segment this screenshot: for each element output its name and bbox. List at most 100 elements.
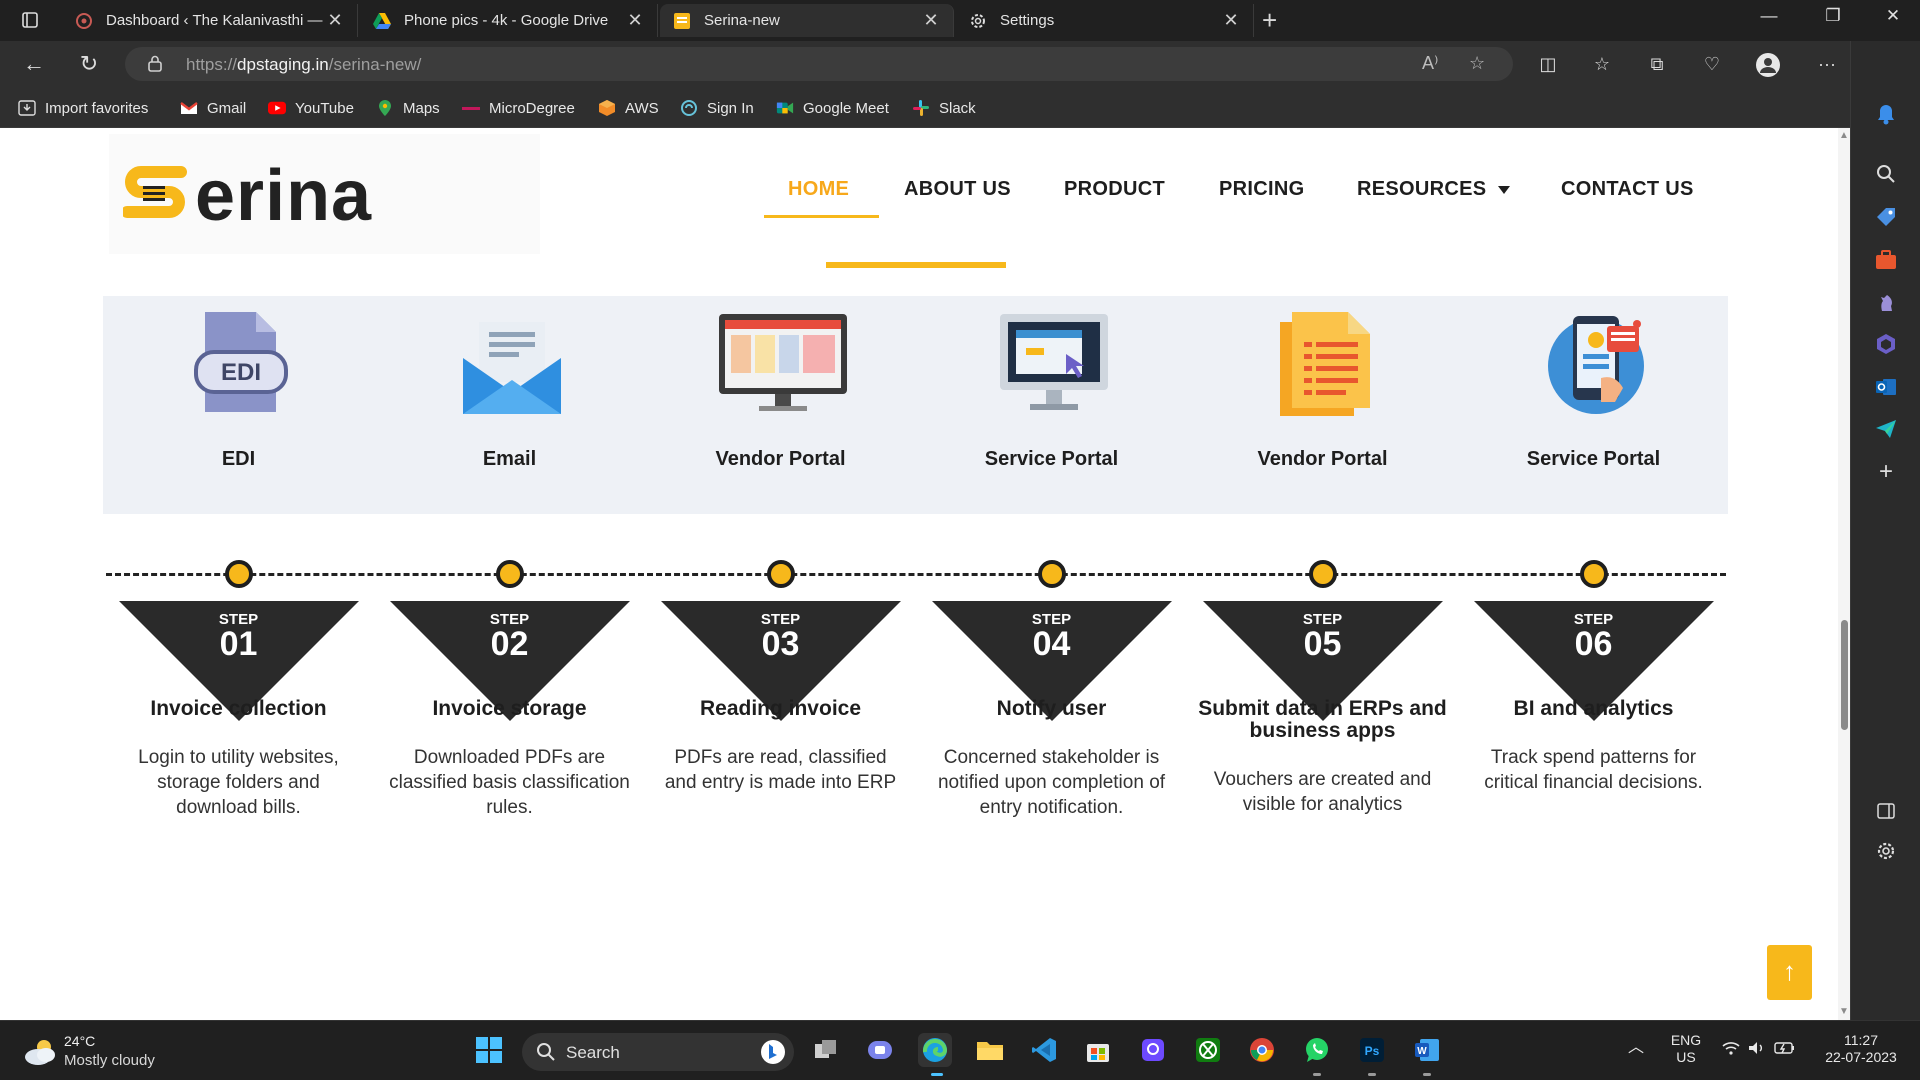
shopping-tag-icon[interactable] xyxy=(1873,204,1899,230)
back-button[interactable]: ← xyxy=(18,50,50,78)
teams-chat-icon[interactable] xyxy=(863,1033,897,1067)
back-to-top-button[interactable]: ↑ xyxy=(1767,945,1812,1000)
tab-dashboard[interactable]: Dashboard ‹ The Kalanivasthi — ✕ xyxy=(62,4,358,37)
tab-actions-button[interactable] xyxy=(10,6,50,34)
language-region: US xyxy=(1676,1049,1696,1065)
close-tab-icon[interactable]: ✕ xyxy=(325,10,345,31)
collections-icon[interactable]: ⧉ xyxy=(1644,52,1670,76)
step-description: Vouchers are created and visible for ana… xyxy=(1213,769,1432,815)
word-running-indicator xyxy=(1423,1073,1431,1076)
chrome-icon[interactable] xyxy=(1245,1033,1279,1067)
add-sidebar-app-icon[interactable]: + xyxy=(1873,459,1899,485)
word-icon[interactable]: W xyxy=(1410,1033,1444,1067)
bookmark-import-favorites[interactable]: Import favorites xyxy=(18,97,148,119)
telegram-send-icon[interactable] xyxy=(1873,416,1899,442)
page-viewport: erina HOME ABOUT US PRODUCT PRICING RESO… xyxy=(0,128,1838,1020)
page-scrollbar[interactable]: ▲ ▼ xyxy=(1838,128,1850,1020)
battery-icon[interactable] xyxy=(1774,1041,1796,1059)
file-explorer-icon[interactable] xyxy=(973,1033,1007,1067)
bookmark-maps[interactable]: Maps xyxy=(376,97,440,119)
hide-sidebar-icon[interactable] xyxy=(1873,798,1899,824)
whatsapp-running-indicator xyxy=(1313,1073,1321,1076)
minimize-button[interactable]: — xyxy=(1749,6,1789,26)
channel-label: Service Portal xyxy=(984,448,1119,470)
photoshop-icon[interactable]: Ps xyxy=(1355,1033,1389,1067)
scroll-up-arrow-icon[interactable]: ▲ xyxy=(1839,130,1849,141)
notification-bell-icon[interactable] xyxy=(1873,101,1899,127)
bookmark-label: YouTube xyxy=(295,99,354,117)
edge-running-indicator xyxy=(931,1073,943,1076)
system-clock[interactable]: 11:27 22-07-2023 xyxy=(1816,1032,1906,1066)
games-chess-icon[interactable] xyxy=(1873,289,1899,315)
volume-icon[interactable] xyxy=(1748,1041,1766,1059)
bookmark-youtube[interactable]: YouTube xyxy=(268,97,354,119)
copilot-hexagon-icon[interactable] xyxy=(1873,331,1899,357)
weather-widget[interactable]: 24°C Mostly cloudy xyxy=(22,1033,172,1073)
windows-start-button[interactable] xyxy=(472,1033,506,1067)
scroll-down-arrow-icon[interactable]: ▼ xyxy=(1839,1006,1849,1017)
close-window-button[interactable]: ✕ xyxy=(1873,6,1913,26)
more-menu-icon[interactable]: ··· xyxy=(1814,52,1840,76)
url-text[interactable]: https://dpstaging.in/serina-new/ xyxy=(186,55,421,75)
search-icon[interactable] xyxy=(1873,161,1899,187)
profile-avatar[interactable] xyxy=(1755,52,1781,77)
nav-about-us[interactable]: ABOUT US xyxy=(904,178,1011,201)
input-language-indicator[interactable]: ENG US xyxy=(1666,1032,1706,1066)
bookmark-sign-in[interactable]: Sign In xyxy=(680,97,754,119)
edge-browser-icon[interactable] xyxy=(918,1033,952,1067)
close-tab-icon[interactable]: ✕ xyxy=(921,10,941,31)
nav-contact-us[interactable]: CONTACT US xyxy=(1561,178,1694,201)
task-view-icon[interactable] xyxy=(809,1033,843,1067)
whatsapp-icon[interactable] xyxy=(1300,1033,1334,1067)
favorites-icon[interactable]: ☆ xyxy=(1589,52,1615,76)
nav-home[interactable]: HOME xyxy=(788,178,849,201)
envelope-icon xyxy=(463,322,561,414)
proton-vpn-icon[interactable] xyxy=(1136,1033,1170,1067)
vscode-icon[interactable] xyxy=(1027,1033,1061,1067)
channel-label: Vendor Portal xyxy=(1257,448,1388,470)
close-tab-icon[interactable]: ✕ xyxy=(625,10,645,31)
nav-pricing[interactable]: PRICING xyxy=(1219,178,1304,201)
bing-chat-icon xyxy=(761,1040,785,1064)
outlook-icon[interactable] xyxy=(1873,374,1899,400)
nav-resources[interactable]: RESOURCES xyxy=(1357,178,1511,201)
microsoft-store-icon[interactable] xyxy=(1081,1033,1115,1067)
refresh-button[interactable]: ↻ xyxy=(73,50,105,78)
bookmark-aws[interactable]: AWS xyxy=(598,97,659,119)
bookmark-label: Google Meet xyxy=(803,99,889,117)
close-tab-icon[interactable]: ✕ xyxy=(1221,10,1241,31)
tools-briefcase-icon[interactable] xyxy=(1873,247,1899,273)
bookmark-gmail[interactable]: Gmail xyxy=(180,97,246,119)
bookmark-google-meet[interactable]: Google Meet xyxy=(776,97,889,119)
document-list-icon xyxy=(1280,312,1370,416)
ingestion-channels: EDI EDI Email Vendor Portal Service Port… xyxy=(103,296,1728,514)
read-aloud-icon[interactable]: A⁾ xyxy=(1422,53,1438,74)
step-card: STEP 05 Submit data in ERPs and business… xyxy=(1187,558,1458,858)
browser-essentials-icon[interactable]: ♡ xyxy=(1699,52,1725,76)
step-description: Downloaded PDFs are classified basis cla… xyxy=(389,747,630,818)
new-tab-button[interactable]: + xyxy=(1262,5,1277,35)
clock-date: 22-07-2023 xyxy=(1825,1049,1897,1065)
taskbar-search[interactable]: Search xyxy=(522,1033,794,1071)
wifi-icon[interactable] xyxy=(1722,1041,1740,1059)
signin-icon xyxy=(680,99,698,117)
address-bar[interactable]: https://dpstaging.in/serina-new/ A⁾ ☆ xyxy=(125,47,1513,81)
tab-google-drive[interactable]: Phone pics - 4k - Google Drive ✕ xyxy=(360,4,658,37)
favorite-star-icon[interactable]: ☆ xyxy=(1469,53,1485,74)
xbox-icon[interactable] xyxy=(1191,1033,1225,1067)
nav-product[interactable]: PRODUCT xyxy=(1064,178,1165,201)
serina-s-logo-icon xyxy=(123,166,187,218)
bookmark-slack[interactable]: Slack xyxy=(912,97,976,119)
show-hidden-icons-chevron-icon[interactable]: ︿ xyxy=(1628,1039,1644,1056)
step-card: STEP 03 Reading invoice PDFs are read, c… xyxy=(645,558,916,858)
tab-settings[interactable]: Settings ✕ xyxy=(956,4,1254,37)
bookmark-microdegree[interactable]: MicroDegree xyxy=(462,97,575,119)
scrollbar-thumb[interactable] xyxy=(1841,620,1848,730)
tab-serina-new[interactable]: Serina-new ✕ xyxy=(660,4,954,37)
sidebar-settings-gear-icon[interactable] xyxy=(1873,838,1899,864)
split-screen-icon[interactable]: ◫ xyxy=(1535,52,1561,76)
lock-icon[interactable] xyxy=(148,55,162,77)
restore-button[interactable]: ❐ xyxy=(1813,6,1853,26)
site-logo[interactable]: erina xyxy=(109,134,540,254)
timeline-dot xyxy=(767,560,795,588)
